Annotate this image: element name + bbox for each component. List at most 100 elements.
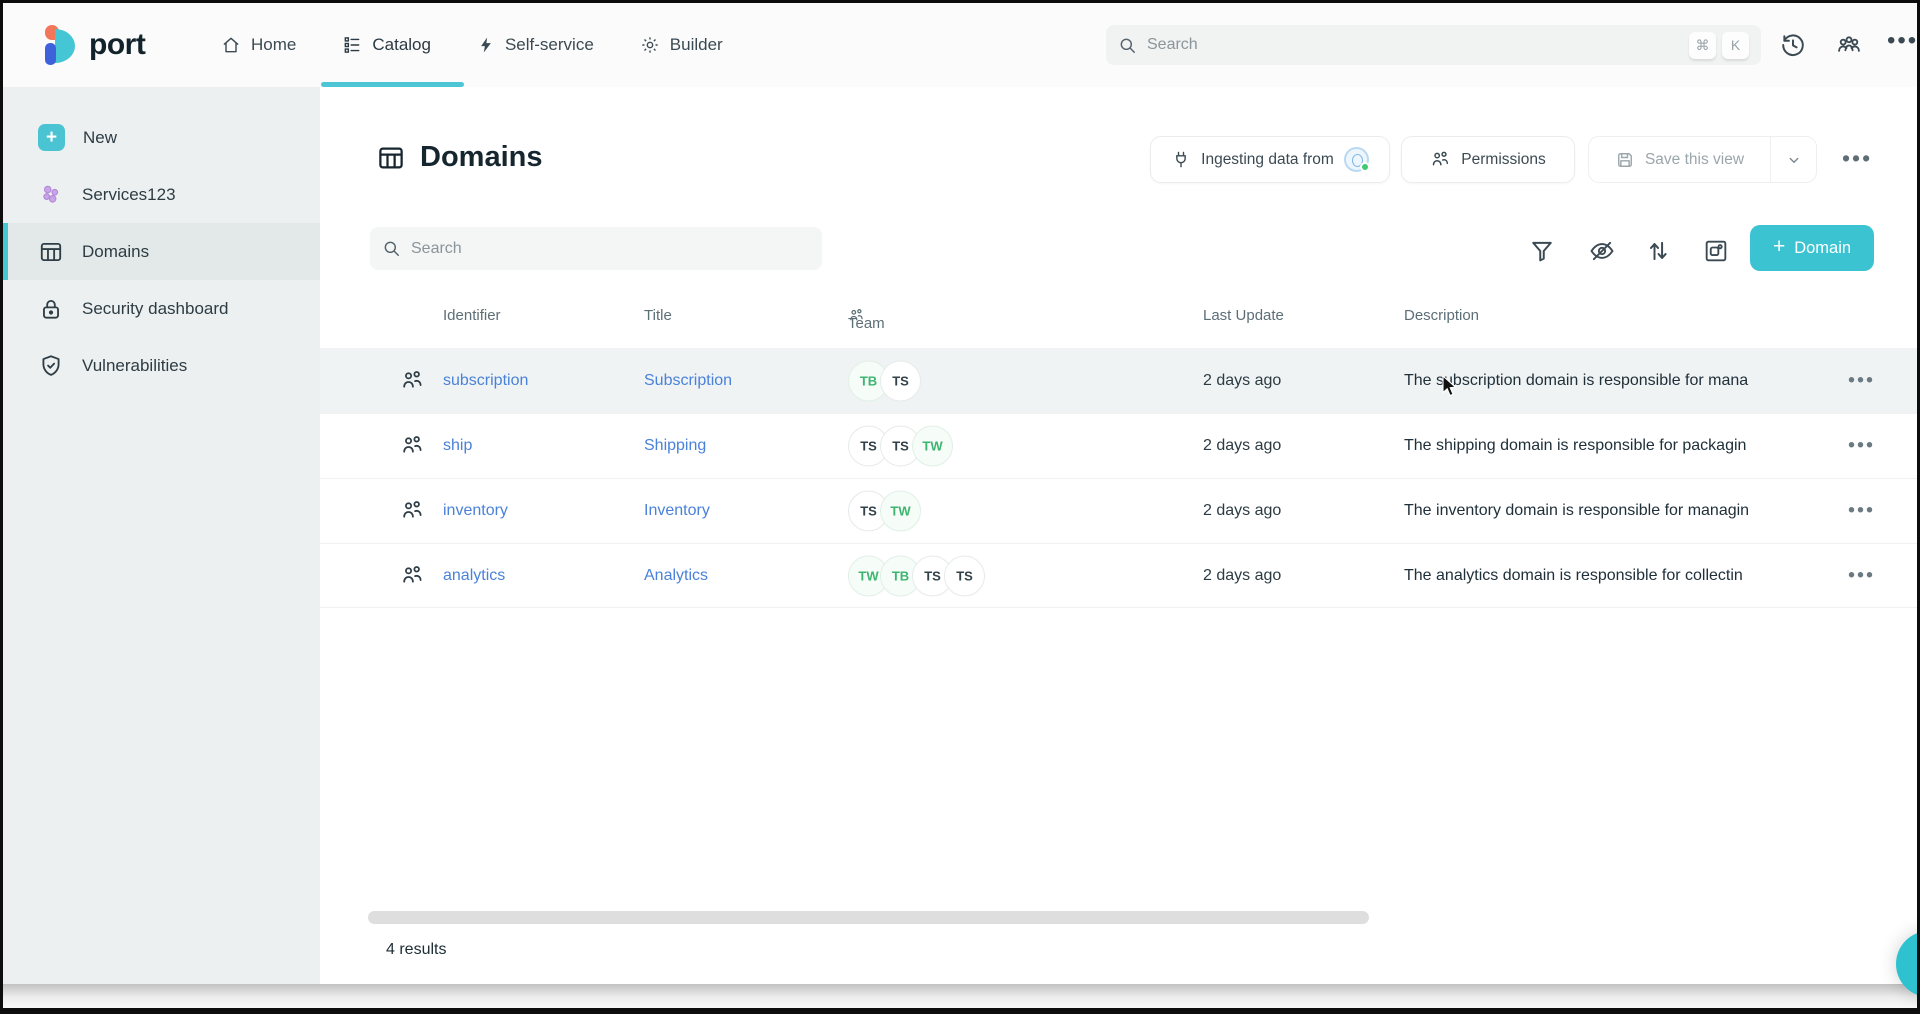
save-view-split-button: Save this view xyxy=(1588,136,1817,183)
domain-blueprint-icon xyxy=(400,368,426,394)
save-icon xyxy=(1615,150,1635,170)
page-more-icon[interactable]: ••• xyxy=(1842,145,1872,172)
row-team-avatars: TSTW xyxy=(848,491,921,532)
row-actions-button[interactable]: ••• xyxy=(1848,500,1875,523)
row-description: The analytics domain is responsible for … xyxy=(1404,567,1842,585)
row-identifier-link[interactable]: ship xyxy=(443,437,472,455)
nav-catalog[interactable]: Catalog xyxy=(342,35,431,55)
save-view-dropdown[interactable] xyxy=(1770,137,1816,182)
row-last-update: 2 days ago xyxy=(1203,502,1281,520)
sidebar-item-services123[interactable]: Services123 xyxy=(3,166,320,223)
row-title-link[interactable]: Inventory xyxy=(644,502,710,520)
save-view-label: Save this view xyxy=(1645,151,1744,169)
row-identifier-link[interactable]: analytics xyxy=(443,567,505,585)
page-title-text: Domains xyxy=(420,141,542,174)
row-identifier-link[interactable]: subscription xyxy=(443,372,528,390)
row-team-avatars: TBTS xyxy=(848,361,921,402)
teams-icon[interactable] xyxy=(1835,31,1863,59)
filter-icon[interactable] xyxy=(1528,237,1556,265)
global-search[interactable]: ⌘ K xyxy=(1106,25,1761,65)
domain-blueprint-icon xyxy=(400,498,426,524)
row-description: The subscription domain is responsible f… xyxy=(1404,372,1842,390)
sidebar-item-label: Security dashboard xyxy=(82,299,228,319)
row-identifier-link[interactable]: inventory xyxy=(443,502,508,520)
sidebar-item-label: Services123 xyxy=(82,185,176,205)
hide-columns-icon[interactable] xyxy=(1588,237,1616,265)
column-header-last-update[interactable]: Last Update xyxy=(1203,307,1284,324)
table-search[interactable] xyxy=(370,227,822,270)
k-keycap: K xyxy=(1722,32,1749,59)
row-actions-button[interactable]: ••• xyxy=(1848,435,1875,458)
table-icon xyxy=(376,143,406,173)
lock-icon xyxy=(38,296,64,322)
table-row[interactable]: subscriptionSubscriptionTBTS2 days agoTh… xyxy=(320,348,1917,413)
catalog-icon xyxy=(342,35,362,55)
table-body: subscription Subscription TBTS 2 days ago Th… xyxy=(320,348,1917,608)
column-header-team[interactable]: Team xyxy=(848,307,865,324)
column-header-description[interactable]: Description xyxy=(1404,307,1479,324)
plug-icon xyxy=(1171,150,1191,170)
results-count: 4 results xyxy=(386,941,446,959)
table-row[interactable]: ship Shipping TSTSTW 2 days ago The shipping… xyxy=(320,413,1917,478)
sidebar-item-vulnerabilities[interactable]: Vulnerabilities xyxy=(3,337,320,394)
table-search-input[interactable] xyxy=(411,240,810,258)
people-icon xyxy=(1430,149,1451,170)
more-icon[interactable]: ••• xyxy=(1887,27,1918,55)
nav-builder[interactable]: Builder xyxy=(640,35,723,55)
nav-builder-label: Builder xyxy=(670,35,723,55)
column-header-identifier[interactable]: Identifier xyxy=(443,307,501,324)
avatar[interactable]: TW xyxy=(880,491,921,532)
page-title: Domains xyxy=(376,141,542,174)
sidebar-item-label: New xyxy=(83,128,117,148)
row-last-update: 2 days ago xyxy=(1203,567,1281,585)
row-team-avatars: TSTSTW xyxy=(848,426,953,467)
column-header-title[interactable]: Title xyxy=(644,307,672,324)
sidebar-item-label: Vulnerabilities xyxy=(82,356,187,376)
column-header-team-label: Team xyxy=(848,315,885,332)
domain-blueprint-icon xyxy=(400,563,426,589)
add-domain-button[interactable]: + Domain xyxy=(1750,225,1874,271)
avatar[interactable]: TS xyxy=(880,361,921,402)
row-actions-button[interactable]: ••• xyxy=(1848,564,1875,587)
group-by-icon[interactable] xyxy=(1702,237,1730,265)
bottom-shadow-band xyxy=(3,984,1917,1008)
nav-self-service[interactable]: Self-service xyxy=(477,35,594,55)
row-last-update: 2 days ago xyxy=(1203,437,1281,455)
sidebar-item-security-dashboard[interactable]: Security dashboard xyxy=(3,280,320,337)
sort-icon[interactable] xyxy=(1644,237,1672,265)
plus-icon: + xyxy=(1773,235,1785,259)
sidebar-item-new[interactable]: + New xyxy=(3,109,320,166)
row-description: The shipping domain is responsible for p… xyxy=(1404,437,1842,455)
row-actions-button[interactable]: ••• xyxy=(1848,370,1875,393)
row-description: The inventory domain is responsible for … xyxy=(1404,502,1842,520)
plus-square-icon: + xyxy=(38,124,65,151)
ingesting-data-button[interactable]: Ingesting data from xyxy=(1150,136,1390,183)
avatar[interactable]: TS xyxy=(944,555,985,596)
sidebar-item-label: Domains xyxy=(82,242,149,262)
port-logo[interactable]: port xyxy=(43,23,145,67)
app-window: port Home Catalog Self-service Builder xyxy=(0,0,1920,1014)
avatar[interactable]: TW xyxy=(912,426,953,467)
permissions-button[interactable]: Permissions xyxy=(1401,136,1575,183)
row-title-link[interactable]: Shipping xyxy=(644,437,706,455)
table-header: Identifier Title Team Last Update Descri… xyxy=(320,299,1871,333)
ingesting-label: Ingesting data from xyxy=(1201,151,1334,169)
main-nav: Home Catalog Self-service Builder xyxy=(221,3,723,87)
nav-home-label: Home xyxy=(251,35,296,55)
horizontal-scrollbar[interactable] xyxy=(368,911,1369,924)
row-title-link[interactable]: Subscription xyxy=(644,372,732,390)
nav-home[interactable]: Home xyxy=(221,35,296,55)
cmd-keycap: ⌘ xyxy=(1689,32,1716,59)
history-icon[interactable] xyxy=(1779,31,1807,59)
chevron-down-icon xyxy=(1785,151,1803,169)
row-title-link[interactable]: Analytics xyxy=(644,567,708,585)
sidebar-item-domains[interactable]: Domains xyxy=(3,223,320,280)
table-row[interactable]: analyticsAnalyticsTWTBTSTS2 days agoThe … xyxy=(320,543,1917,608)
save-view-button[interactable]: Save this view xyxy=(1589,137,1770,182)
port-logo-icon xyxy=(43,23,79,67)
table-row[interactable]: inventory Inventory TSTW 2 days ago The inve… xyxy=(320,478,1917,543)
status-dot xyxy=(1360,162,1370,172)
main-content: Domains Ingesting data from Permissions … xyxy=(320,87,1917,984)
global-search-input[interactable] xyxy=(1147,36,1683,54)
sidebar: + New Services123 Domains Security dashb… xyxy=(3,87,320,984)
